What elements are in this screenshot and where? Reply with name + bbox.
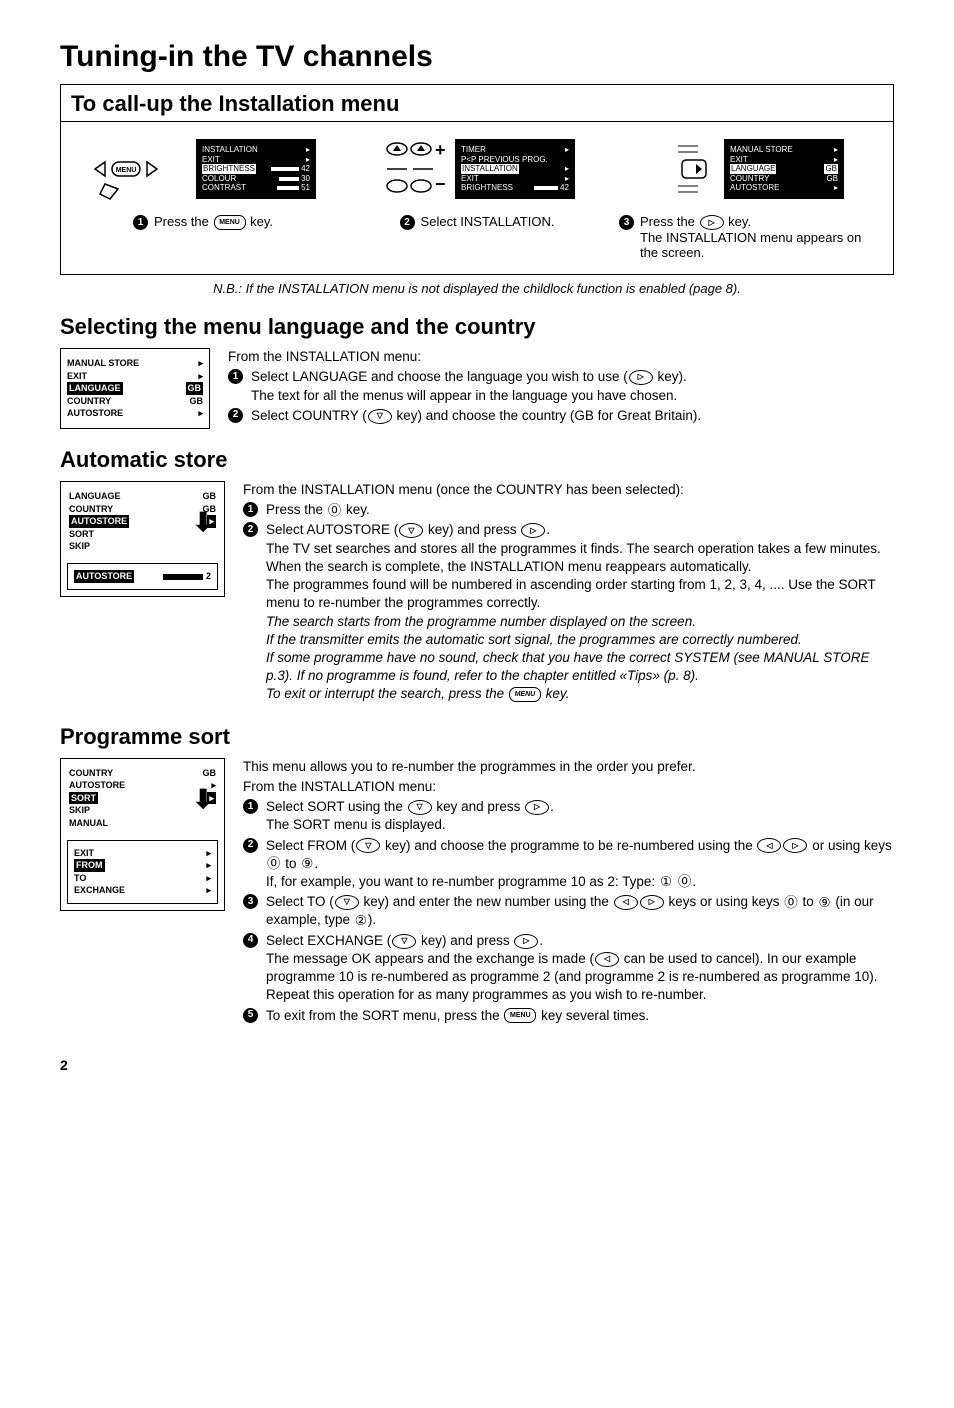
menu-key-icon: MENU [504, 1008, 536, 1023]
callup-note: N.B.: If the INSTALLATION menu is not di… [60, 281, 894, 296]
nine-key-icon: ⑨ [819, 896, 831, 910]
menu-key-icon: MENU [214, 215, 246, 230]
down-key-icon: ▽ [399, 523, 423, 538]
tv-screen-2: TIMER▸ P<P PREVIOUS PROG. INSTALLATION▸ … [455, 139, 575, 199]
callup-step1-text: Press the MENU key. [154, 214, 273, 230]
zero-key-icon: ⓪ [784, 896, 798, 910]
sort-step-3: 3 [243, 894, 258, 909]
svg-text:MENU: MENU [116, 167, 137, 174]
sort-step-4: 4 [243, 933, 258, 948]
right-key-icon: ▷ [640, 895, 664, 910]
callup-col-1: MENU INSTALLATION▸ EXIT▸ BRIGHTNESS 42 C… [71, 134, 335, 260]
down-key-icon: ▽ [408, 800, 432, 815]
lang-heading: Selecting the menu language and the coun… [60, 314, 894, 340]
lang-screen: MANUAL STORE▸ EXIT▸ LANGUAGEGB COUNTRYGB… [60, 348, 210, 429]
tv-screen-3: MANUAL STORE▸ EXIT▸ LANGUAGEGB COUNTRYGB… [724, 139, 844, 199]
sort-screen: COUNTRYGB AUTOSTORE▸ SORT▸ SKIP MANUAL ⬇… [60, 758, 225, 911]
remote-nav-cross-icon [658, 134, 718, 204]
down-key-icon: ▽ [335, 895, 359, 910]
remote-plusminus-icon: + − [379, 134, 449, 204]
callup-step3-text: Press the ▷ key. The INSTALLATION menu a… [640, 214, 883, 260]
left-key-icon: ◁ [614, 895, 638, 910]
arrow-down-icon: ⬇ [192, 793, 214, 806]
sort-step-5: 5 [243, 1008, 258, 1023]
menu-key-icon: MENU [509, 687, 541, 702]
sort-step-2: 2 [243, 838, 258, 853]
auto-body: From the INSTALLATION menu (once the COU… [243, 481, 894, 706]
one-key-icon: ① [660, 875, 672, 889]
zero-key-icon: ⓪ [267, 857, 281, 871]
lang-step-2: 2 [228, 408, 243, 423]
callup-step2-text: Select INSTALLATION. [421, 214, 555, 229]
svg-text:−: − [435, 174, 446, 194]
callup-box: MENU INSTALLATION▸ EXIT▸ BRIGHTNESS 42 C… [60, 121, 894, 275]
sort-heading: Programme sort [60, 724, 894, 750]
left-key-icon: ◁ [595, 952, 619, 967]
down-key-icon: ▽ [392, 934, 416, 949]
tv-screen-1: INSTALLATION▸ EXIT▸ BRIGHTNESS 42 COLOUR… [196, 139, 316, 199]
auto-heading: Automatic store [60, 447, 894, 473]
sort-step-1: 1 [243, 799, 258, 814]
right-key-icon: ▷ [514, 934, 538, 949]
right-key-icon: ▷ [783, 838, 807, 853]
arrow-down-icon: ⬇ [192, 516, 214, 529]
step-number-3: 3 [619, 215, 634, 230]
callup-col-2: + − TIMER▸ P<P PREVIOUS PROG. INSTALLATI… [345, 134, 609, 260]
down-key-icon: ▽ [368, 409, 392, 424]
two-key-icon: ② [355, 914, 367, 928]
callup-heading: To call-up the Installation menu [60, 84, 894, 121]
page-number: 2 [60, 1057, 894, 1073]
zero-key-icon: ⓪ [328, 504, 342, 518]
auto-screen: LANGUAGEGB COUNTRYGB AUTOSTORE▸ SORT SKI… [60, 481, 225, 597]
zero-key-icon: ⓪ [678, 875, 692, 889]
down-key-icon: ▽ [356, 838, 380, 853]
nine-key-icon: ⑨ [301, 857, 313, 871]
callup-col-3: MANUAL STORE▸ EXIT▸ LANGUAGEGB COUNTRYGB… [619, 134, 883, 260]
lang-step-1: 1 [228, 369, 243, 384]
right-key-icon: ▷ [700, 215, 724, 230]
step-number-1: 1 [133, 215, 148, 230]
auto-step-1: 1 [243, 502, 258, 517]
lang-body: From the INSTALLATION menu: 1 Select LAN… [228, 348, 701, 427]
page-title: Tuning-in the TV channels [60, 40, 894, 74]
remote-nav-icon: MENU [90, 134, 190, 204]
svg-text:+: + [435, 140, 446, 160]
right-key-icon: ▷ [525, 800, 549, 815]
right-key-icon: ▷ [521, 523, 545, 538]
step-number-2: 2 [400, 215, 415, 230]
right-key-icon: ▷ [629, 370, 653, 385]
sort-body: This menu allows you to re-number the pr… [243, 758, 894, 1027]
left-key-icon: ◁ [757, 838, 781, 853]
auto-step-2: 2 [243, 522, 258, 537]
